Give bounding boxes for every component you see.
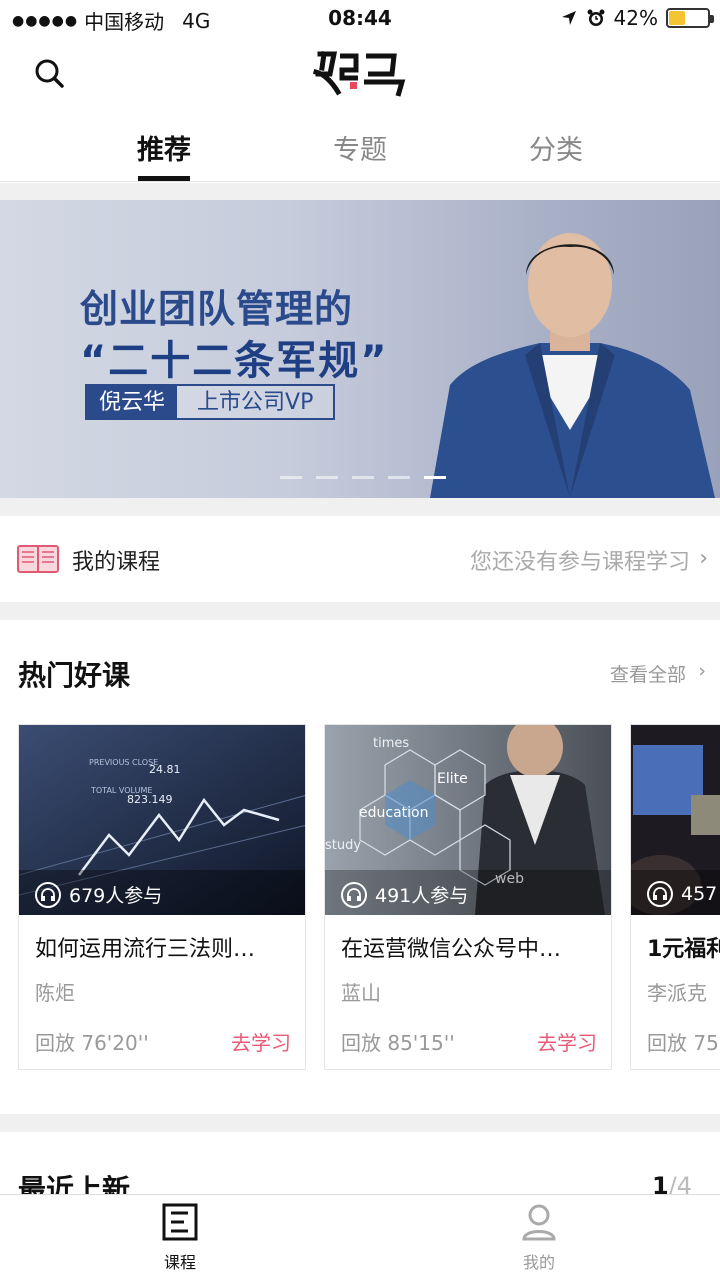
page-current: 1 [651, 1172, 669, 1196]
my-course-row[interactable]: 我的课程 您还没有参与课程学习 › [0, 516, 720, 602]
headphone-icon [341, 881, 367, 908]
chart-label-previous-close: PREVIOUS CLOSE [89, 758, 158, 767]
headphone-icon [35, 881, 61, 908]
tabbar-item-courses[interactable]: 课程 [140, 1203, 220, 1273]
listeners-count: 457 [681, 883, 718, 905]
course-list-icon [162, 1203, 198, 1241]
section-title: 最近上新 [18, 1173, 131, 1196]
status-bar: ●●●●● 中国移动 4G 08:44 42% [0, 0, 720, 36]
battery-cap [710, 15, 714, 23]
tabbar-label: 课程 [163, 1253, 196, 1272]
profile-icon [522, 1204, 556, 1241]
course-author: 李派克 [647, 981, 707, 1005]
listeners-badge: 457 [647, 881, 717, 907]
listeners-count: 679人参与 [69, 885, 163, 907]
battery-percent: 42% [613, 6, 658, 30]
battery-fill [669, 11, 685, 25]
course-thumbnail: times Elite education study web 491人参与 [325, 725, 611, 915]
page-total: /4 [668, 1172, 692, 1196]
carousel-dots[interactable] [280, 476, 446, 479]
chevron-right-icon: › [698, 660, 706, 682]
image-word-study: study [325, 838, 361, 853]
carousel-dot[interactable] [388, 476, 410, 479]
location-arrow-icon [561, 11, 576, 25]
image-word-elite: Elite [437, 771, 468, 787]
banner-title-line1: 创业团队管理的 [80, 287, 354, 331]
carousel-dot[interactable] [352, 476, 374, 479]
carousel-dot[interactable] [424, 476, 446, 479]
search-icon[interactable] [30, 54, 70, 94]
alarm-icon [587, 9, 605, 26]
course-card[interactable]: 457 1元福利 李派克 回放 75 [630, 724, 720, 1070]
tabbar-item-me[interactable]: 我的 [499, 1203, 579, 1273]
headphone-icon [647, 881, 673, 907]
recent-section: 最近上新 1/4 [0, 1132, 720, 1196]
listeners-badge: 679人参与 [35, 881, 162, 908]
course-duration: 回放 76'20'' [35, 1031, 149, 1055]
tabbar-label: 我的 [522, 1253, 555, 1272]
divider [0, 602, 720, 620]
chevron-right-icon: › [699, 546, 708, 571]
my-course-label: 我的课程 [72, 550, 161, 575]
page-indicator: 1/4 [652, 1172, 692, 1196]
status-right: 42% [560, 6, 714, 30]
book-icon [17, 545, 59, 573]
image-word-education: education [359, 805, 428, 821]
tab-recommended[interactable]: 推荐 [104, 128, 224, 167]
course-duration: 回放 75 [647, 1031, 719, 1055]
promo-banner[interactable]: 创业团队管理的 “二十二条军规” 倪云华 上市公司VP [0, 200, 720, 498]
banner-speaker-tag: 倪云华 上市公司VP [85, 384, 336, 420]
course-title: 在运营微信公众号中… [341, 937, 562, 962]
course-thumbnail: PREVIOUS CLOSE TOTAL VOLUME 24.81 823.14… [19, 725, 305, 915]
divider [0, 498, 720, 516]
tab-topics[interactable]: 专题 [300, 128, 420, 167]
go-study-button[interactable]: 去学习 [231, 1027, 291, 1056]
carousel-dot[interactable] [280, 476, 302, 479]
course-thumbnail: 457 [631, 725, 720, 915]
course-title: 如何运用流行三法则… [35, 937, 256, 962]
carousel-dot[interactable] [316, 476, 338, 479]
course-card[interactable]: PREVIOUS CLOSE TOTAL VOLUME 24.81 823.14… [18, 724, 306, 1070]
my-course-hint: 您还没有参与课程学习 [469, 550, 690, 575]
view-all-link[interactable]: 查看全部 [610, 660, 686, 687]
listeners-badge: 491人参与 [341, 881, 468, 908]
hot-courses-section: 热门好课 查看全部 › PREVIOUS CLOSE TOTAL VOLUME … [0, 620, 720, 1114]
header [0, 36, 720, 112]
go-study-button[interactable]: 去学习 [537, 1027, 597, 1056]
course-title: 1元福利 [647, 937, 720, 962]
battery-icon [666, 8, 714, 28]
chart-price-2: 823.149 [127, 793, 173, 806]
divider [0, 1114, 720, 1132]
course-duration: 回放 85'15'' [341, 1031, 455, 1055]
top-tabs: 推荐 专题 分类 [0, 112, 720, 182]
tab-categories[interactable]: 分类 [496, 128, 616, 167]
divider [0, 183, 720, 200]
active-tab-indicator [138, 176, 190, 181]
chart-price-1: 24.81 [149, 763, 181, 776]
course-author: 陈炬 [35, 981, 75, 1005]
banner-title-line2: “二十二条军规” [80, 338, 389, 384]
image-word-times: times [373, 736, 409, 751]
speaker-photo [430, 233, 715, 498]
course-author: 蓝山 [341, 981, 381, 1005]
listeners-count: 491人参与 [375, 885, 469, 907]
banner-speaker-role: 上市公司VP [177, 386, 334, 418]
course-card[interactable]: times Elite education study web 491人参与 在… [324, 724, 612, 1070]
app-logo [312, 51, 406, 97]
banner-speaker-name: 倪云华 [87, 386, 178, 418]
bottom-tab-bar: 课程 我的 [0, 1194, 720, 1280]
section-title: 热门好课 [18, 659, 131, 692]
